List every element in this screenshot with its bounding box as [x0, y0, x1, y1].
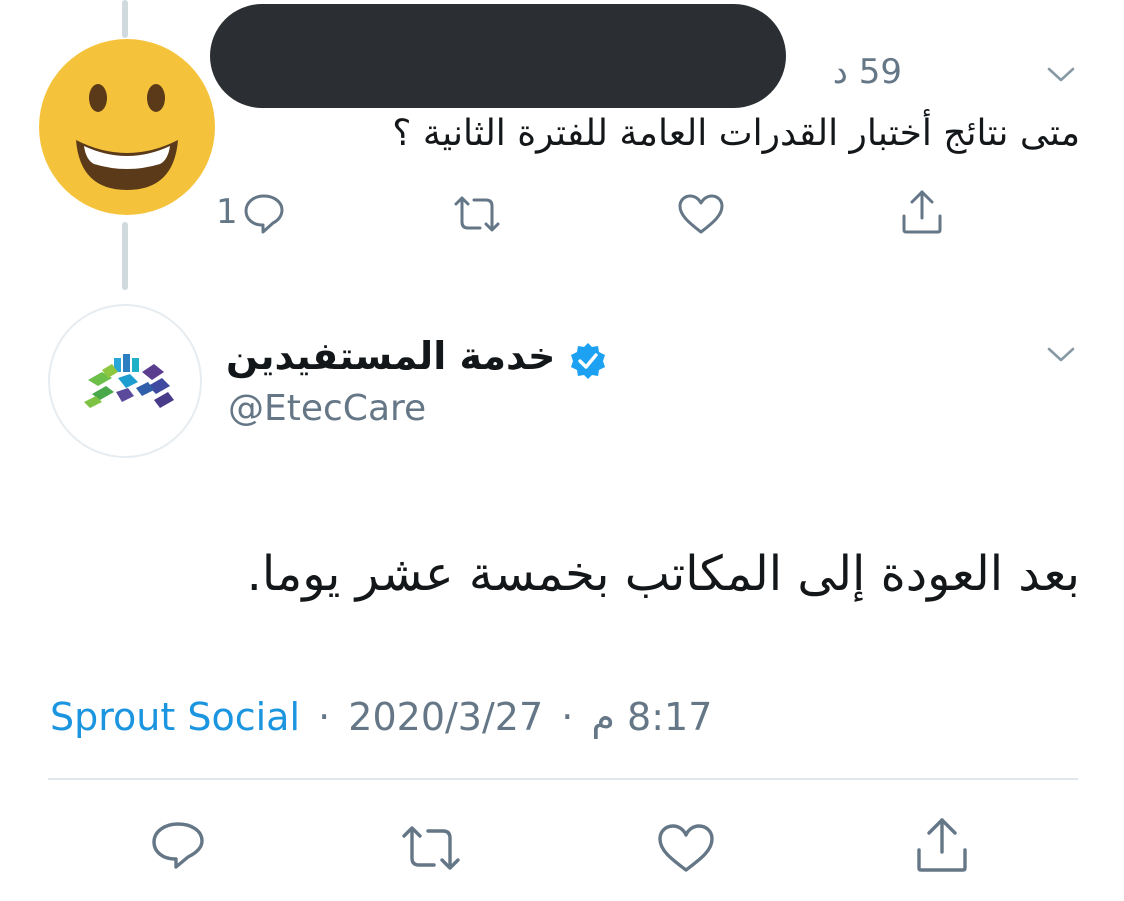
- reply-count: 1: [216, 192, 238, 232]
- tweet-time: 8:17 م: [591, 695, 713, 739]
- share-icon: [902, 190, 942, 234]
- etec-logo-icon: [84, 354, 174, 408]
- main-reply-button[interactable]: [150, 820, 206, 870]
- reply-action-bar: 1: [210, 184, 970, 240]
- reply-reply-button[interactable]: 1: [216, 190, 306, 234]
- retweet-icon: [454, 196, 500, 232]
- source-link[interactable]: Sprout Social: [50, 695, 300, 739]
- author-handle[interactable]: @EtecCare: [228, 384, 426, 434]
- reply-share-button[interactable]: [900, 188, 944, 236]
- retweet-icon: [402, 826, 460, 870]
- heart-icon: [678, 194, 724, 234]
- share-icon: [917, 818, 967, 872]
- main-more-button[interactable]: [1046, 346, 1076, 364]
- reply-like-button[interactable]: [676, 192, 726, 236]
- chevron-down-icon: [1047, 347, 1075, 362]
- redacted-name: [210, 4, 786, 108]
- grinning-face-icon: [39, 39, 215, 215]
- tweet-meta-line: Sprout Social · 2020/3/27 · 8:17 م: [50, 690, 850, 744]
- reply-time-text: 59 د: [832, 52, 902, 92]
- meta-separator: ·: [318, 695, 331, 739]
- main-tweet-text: بعد العودة إلى المكاتب بخمسة عشر يوما.: [246, 546, 1080, 602]
- reply-bubble-icon: [244, 194, 284, 234]
- main-share-button[interactable]: [914, 816, 970, 874]
- heart-icon: [658, 824, 714, 872]
- reply-more-button[interactable]: [1046, 66, 1076, 84]
- avatar[interactable]: [38, 38, 216, 216]
- reply-time[interactable]: 59 د: [790, 50, 902, 94]
- verified-badge-icon: [571, 342, 606, 379]
- etec-avatar[interactable]: [48, 304, 202, 458]
- reply-tweet[interactable]: 59 د متى نتائج أختبار القدرات العامة للف…: [0, 0, 1124, 290]
- author-display-name: خدمة المستفيدين: [226, 334, 556, 378]
- chevron-down-icon: [1047, 67, 1075, 82]
- reply-retweet-button[interactable]: [450, 194, 504, 234]
- author-name-row[interactable]: خدمة المستفيدين: [226, 328, 626, 384]
- main-like-button[interactable]: [656, 822, 716, 874]
- divider: [48, 778, 1078, 780]
- main-retweet-button[interactable]: [398, 824, 464, 872]
- reply-bubble-icon: [152, 822, 204, 869]
- tweet-date: 2020/3/27: [348, 695, 544, 739]
- meta-separator: ·: [561, 695, 574, 739]
- reply-tweet-text: متى نتائج أختبار القدرات العامة للفترة ا…: [392, 113, 1080, 154]
- main-tweet: خدمة المستفيدين @EtecCare بعد العودة إلى…: [0, 290, 1124, 901]
